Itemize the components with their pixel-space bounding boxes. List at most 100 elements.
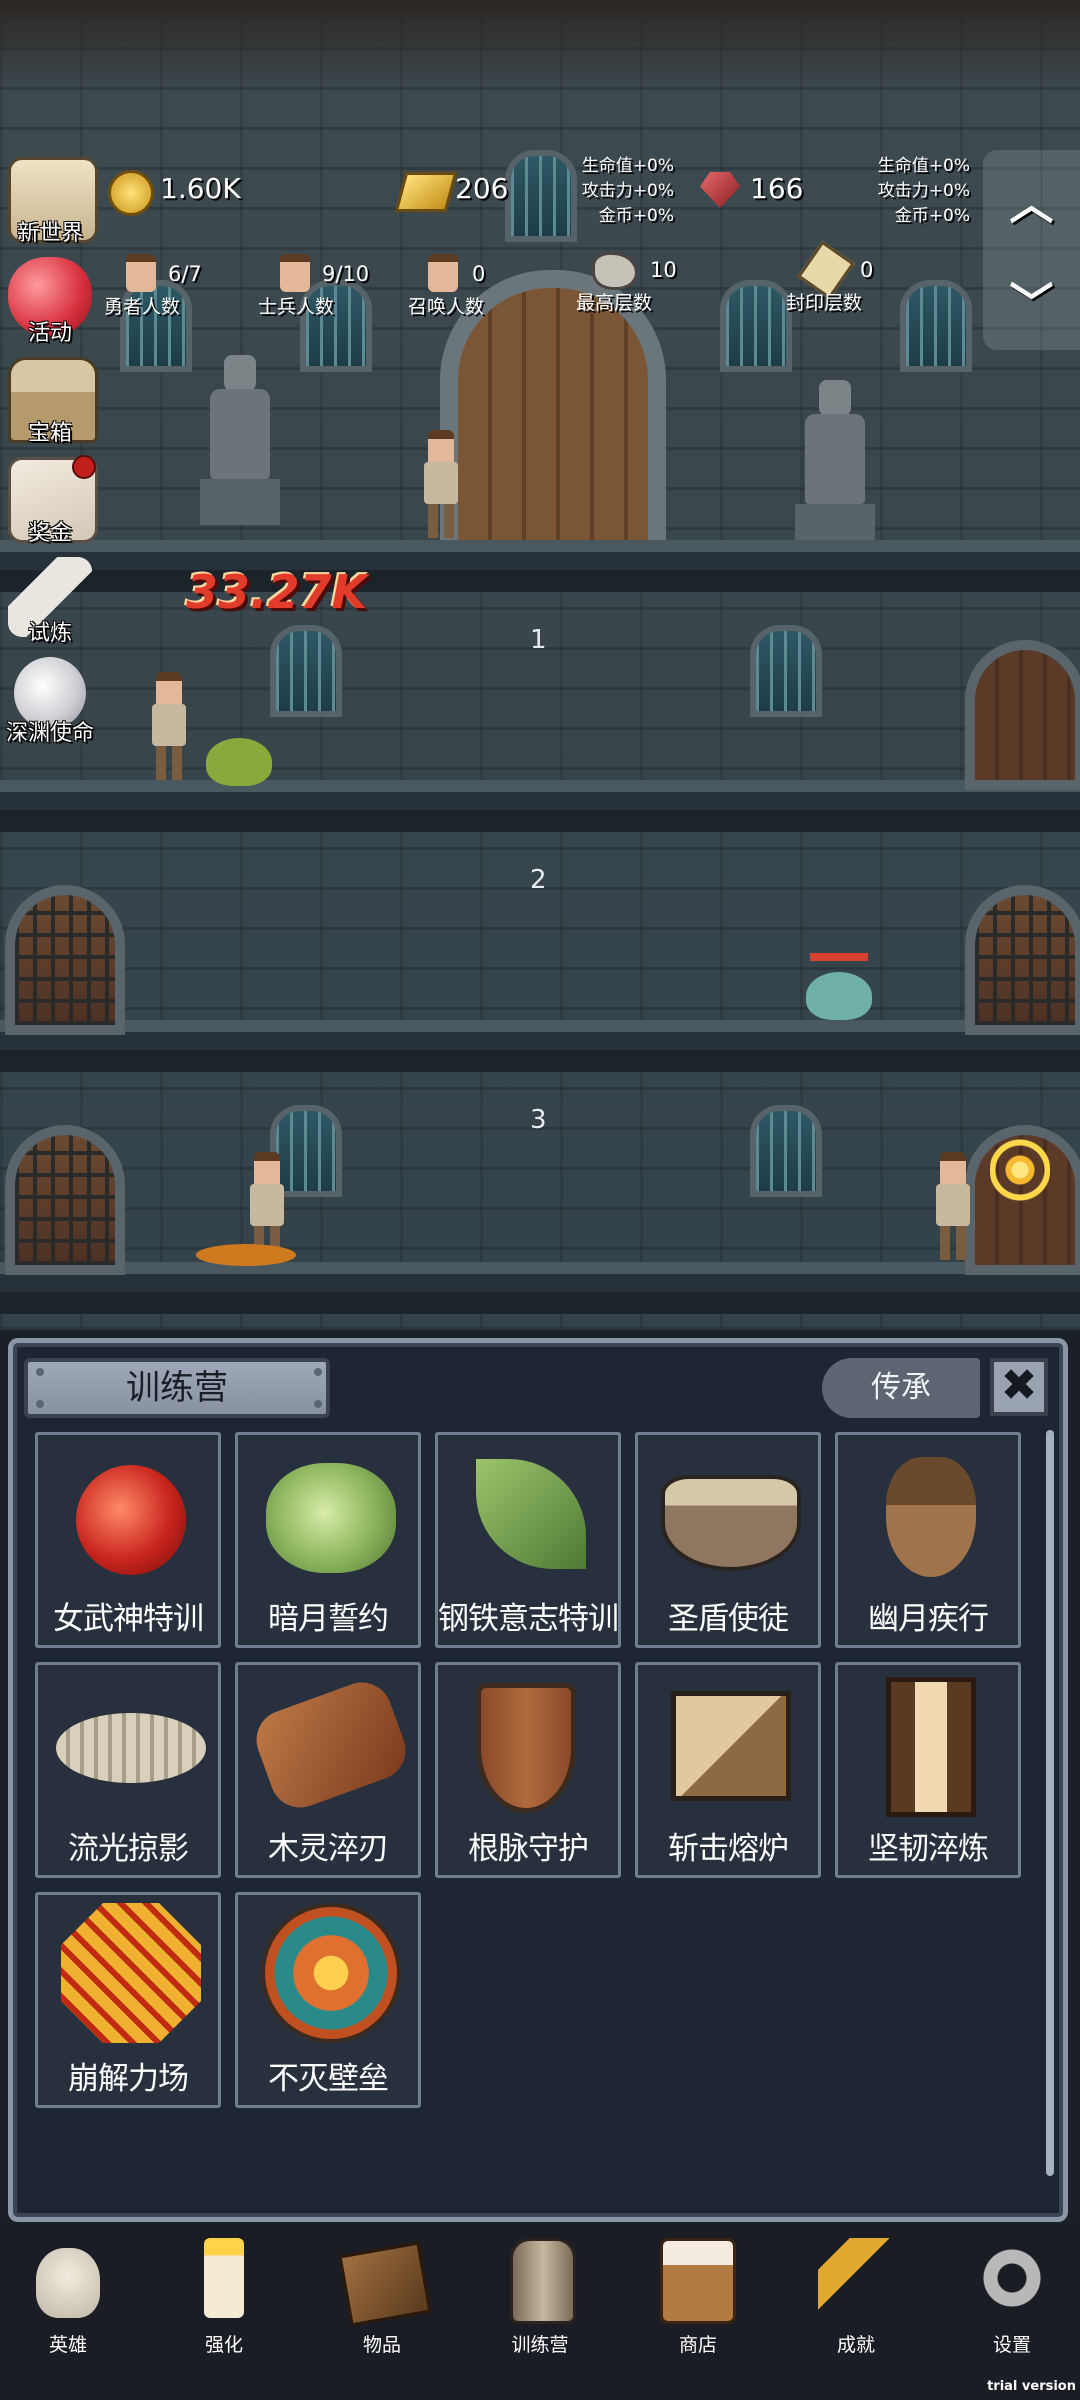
rivet [314,1400,322,1408]
gold-bar-icon [394,172,458,212]
training-card[interactable]: 暗月誓约 [235,1432,421,1648]
side-chest-button[interactable]: 宝箱 [0,355,100,455]
castle-window [900,280,972,372]
book-icon [338,2241,432,2327]
key-icon [818,2238,898,2318]
gold-amount: 1.60K [160,172,241,205]
dungeon-door [965,640,1080,790]
inherit-button[interactable]: 传承 [822,1358,980,1418]
castle-window [750,625,822,717]
training-card[interactable]: 坚韧淬炼 [835,1662,1021,1878]
side-bonus-button[interactable]: 奖金 [0,455,100,555]
panel-scrollbar[interactable] [1046,1430,1054,2176]
training-card[interactable]: 钢铁意志特训 [435,1432,621,1648]
notification-badge [72,455,96,479]
teal-slime-enemy[interactable] [806,972,872,1020]
tall-shield-icon [886,1677,976,1817]
training-card[interactable]: 流光掠影 [35,1662,221,1878]
training-card[interactable]: 斩击熔炉 [635,1662,821,1878]
lantern-icon [510,2238,576,2324]
nav-settings[interactable]: 设置 [952,2238,1072,2358]
summon-head-icon [428,254,458,292]
trial-watermark: trial version [987,2379,1076,2394]
hero-head-icon [126,254,156,292]
defeated-enemy-puddle [196,1244,296,1266]
gold-bar-amount: 206 [455,172,509,205]
hp-buff: 生命值+0% [877,156,970,176]
atk-buff: 攻击力+0% [877,181,970,201]
side-event-button[interactable]: 活动 [0,255,100,355]
training-card[interactable]: 幽月疾行 [835,1432,1021,1648]
training-card[interactable]: 根脉守护 [435,1662,621,1878]
training-card[interactable]: 女武神特训 [35,1432,221,1648]
close-button[interactable]: ✖ [990,1358,1048,1416]
floor-number: 3 [530,1105,547,1135]
log-icon [248,1674,414,1816]
hero-character[interactable] [146,672,190,782]
castle-window [720,280,792,372]
damage-number: 33.27K [186,565,368,619]
buff-stats-left: 生命值+0% 攻击力+0% 金币+0% [560,154,674,229]
acorn-icon [886,1457,976,1577]
candle-icon [204,2238,244,2318]
skull-icon [36,2248,100,2318]
porridge-bowl-icon [661,1475,801,1571]
hp-buff: 生命值+0% [581,156,674,176]
nav-heroes[interactable]: 英雄 [8,2238,128,2358]
buff-stats-right: 生命值+0% 攻击力+0% 金币+0% [856,154,970,229]
scroll-down-button[interactable]: ﹀ [983,268,1080,332]
close-icon: ✖ [1000,1360,1038,1411]
nav-enhance[interactable]: 强化 [164,2238,284,2358]
nav-shop[interactable]: 商店 [638,2238,758,2358]
floor-ledge [0,1020,1080,1072]
sun-shield-icon [261,1903,401,2043]
lava-shield-icon [61,1903,201,2043]
gold-buff: 金币+0% [598,206,674,226]
red-gem-icon [700,172,740,208]
soldier-head-icon [280,254,310,292]
gear-icon [972,2238,1052,2318]
rivet [314,1368,322,1376]
ceiling-shadow [0,0,1080,90]
knight-statue [200,355,280,525]
training-card[interactable]: 圣盾使徒 [635,1432,821,1648]
side-trial-button[interactable]: 试炼 [0,555,100,655]
panel-title: 训练营 [24,1358,330,1418]
floor-ledge [0,1262,1080,1314]
game-scene[interactable]: 1 2 3 33.27K 1.60K 206 生命值+0% 攻击力+0% 金币+… [0,0,1080,1330]
knight-statue [795,380,875,550]
castle-window [270,625,342,717]
scroll-up-button[interactable]: ︿ [983,168,1080,232]
magic-portal [990,1125,1050,1215]
dungeon-gate [5,885,125,1035]
apple-icon [76,1465,186,1575]
training-card[interactable]: 不灭壁垒 [235,1892,421,2108]
dungeon-gate [965,885,1080,1035]
nav-achievements[interactable]: 成就 [796,2238,916,2358]
training-card[interactable]: 崩解力场 [35,1892,221,2108]
nav-training-camp[interactable]: 训练营 [480,2238,600,2358]
gold-buff: 金币+0% [894,206,970,226]
rivet [36,1400,44,1408]
nav-items[interactable]: 物品 [322,2238,442,2358]
floor-number: 1 [530,625,547,655]
green-slime-enemy[interactable] [206,738,272,786]
side-new-world-button[interactable]: 新世界 [0,155,100,255]
dungeon-gate [5,1125,125,1275]
floor-ledge [0,780,1080,832]
hero-character[interactable] [418,430,462,540]
fish-fossil-icon [56,1713,206,1783]
crate-icon [671,1691,791,1801]
side-abyss-button[interactable]: 深渊使命 [0,655,100,755]
stone-icon [592,252,638,290]
beer-mug-icon [660,2238,736,2324]
wooden-shield-icon [476,1683,576,1813]
leaf-icon [476,1459,586,1569]
rivet [36,1368,44,1376]
gold-coin-icon [108,170,154,216]
hero-character[interactable] [930,1152,974,1262]
enemy-hp-bar [810,953,868,961]
gem-amount: 166 [750,172,804,205]
castle-window [750,1105,822,1197]
training-card[interactable]: 木灵淬刃 [235,1662,421,1878]
